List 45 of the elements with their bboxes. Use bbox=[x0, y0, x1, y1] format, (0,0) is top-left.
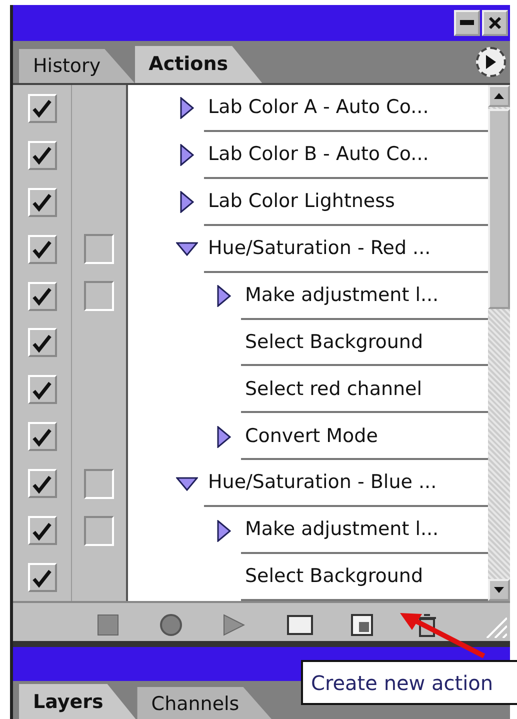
panel-tab[interactable]: History bbox=[19, 49, 135, 83]
expanded-triangle-icon[interactable] bbox=[176, 242, 198, 256]
toggle-checkbox[interactable] bbox=[28, 188, 56, 217]
toggle-checkbox[interactable] bbox=[28, 328, 56, 358]
minimize-icon bbox=[460, 20, 474, 26]
dialog-toggle-box[interactable] bbox=[84, 281, 114, 312]
panel-tab[interactable]: Actions bbox=[134, 46, 262, 83]
tooltip: Create new action bbox=[301, 660, 517, 705]
toggle-checkbox[interactable] bbox=[28, 563, 56, 592]
dialog-toggle-box[interactable] bbox=[84, 516, 114, 546]
scroll-thumb[interactable] bbox=[488, 109, 510, 309]
toggle-checkbox[interactable] bbox=[28, 422, 56, 452]
collapsed-triangle-icon[interactable] bbox=[217, 426, 231, 448]
collapsed-triangle-icon[interactable] bbox=[217, 520, 231, 542]
toggle-checkbox[interactable] bbox=[28, 94, 56, 123]
toggle-checkbox[interactable] bbox=[28, 469, 56, 498]
folder-icon[interactable] bbox=[287, 612, 313, 636]
play-icon[interactable] bbox=[223, 612, 245, 636]
stop-icon[interactable] bbox=[97, 612, 119, 636]
collapsed-triangle-icon[interactable] bbox=[180, 191, 194, 214]
toggle-checkbox[interactable] bbox=[28, 234, 56, 264]
dialog-toggle-box[interactable] bbox=[84, 234, 114, 264]
scroll-up-button[interactable] bbox=[488, 85, 510, 107]
scrollbar[interactable] bbox=[488, 85, 510, 601]
panel-tab[interactable]: Layers bbox=[19, 684, 138, 719]
collapsed-triangle-icon[interactable] bbox=[217, 285, 231, 308]
play-icon bbox=[485, 55, 497, 69]
close-button[interactable] bbox=[482, 10, 508, 36]
collapsed-triangle-icon[interactable] bbox=[180, 97, 194, 120]
down-arrow-icon bbox=[494, 587, 504, 593]
toggle-checkbox[interactable] bbox=[28, 140, 56, 170]
close-icon bbox=[488, 16, 502, 30]
expanded-triangle-icon[interactable] bbox=[176, 476, 198, 491]
minimize-button[interactable] bbox=[454, 10, 480, 36]
toggle-checkbox[interactable] bbox=[28, 282, 56, 311]
panel-tab[interactable]: Channels bbox=[137, 687, 274, 719]
panel-menu-button[interactable] bbox=[476, 47, 506, 77]
scroll-down-button[interactable] bbox=[488, 579, 510, 601]
toggle-checkbox[interactable] bbox=[28, 375, 56, 404]
collapsed-triangle-icon[interactable] bbox=[180, 144, 194, 166]
dialog-toggle-box[interactable] bbox=[84, 468, 114, 499]
toggle-checkbox[interactable] bbox=[28, 516, 56, 546]
up-arrow-icon bbox=[494, 93, 504, 99]
new-page-icon[interactable] bbox=[351, 612, 373, 636]
record-icon[interactable] bbox=[159, 612, 183, 637]
